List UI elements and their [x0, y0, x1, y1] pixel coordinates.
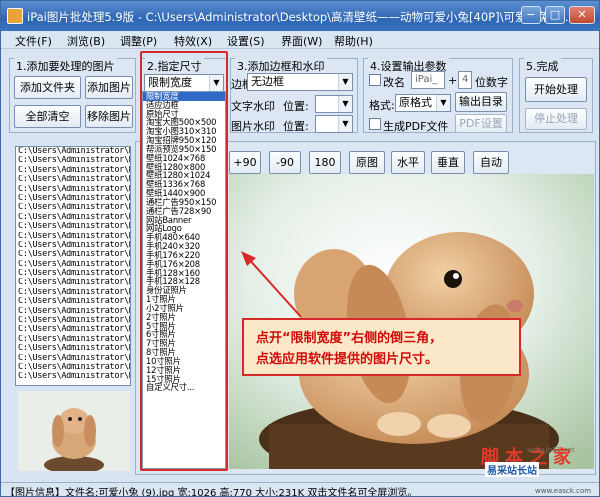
file-list-item[interactable]: C:\Users\Administrator\D [16, 316, 130, 325]
border-select[interactable]: 无边框 ▼ [247, 73, 353, 91]
flip-vertical-button[interactable]: 垂直 [431, 151, 465, 174]
digits-label: 位数字 [475, 76, 508, 89]
finish-title: 5.完成 [524, 58, 561, 74]
callout-line2: 点选应用软件提供的图片尺寸。 [256, 352, 439, 367]
file-list[interactable]: C:\Users\Administrator\D C:\Users\Adminis… [15, 146, 131, 386]
menu-bar: 文件(F) 浏览(B) 调整(P) 特效(X) 设置(S) 界面(W) 帮助(H… [1, 31, 599, 49]
rotate-plus90-button[interactable]: +90 [229, 151, 261, 174]
app-window: iPai图片批处理5.9版 - C:\Users\Administrator\D… [0, 0, 600, 497]
watermark-site: 易采站长站 [485, 462, 539, 477]
file-list-item[interactable]: C:\Users\Administrator\D [16, 222, 130, 231]
window-title: iPai图片批处理5.9版 - C:\Users\Administrator\D… [27, 10, 576, 24]
file-list-item[interactable]: C:\Users\Administrator\D [16, 260, 130, 269]
menu-adjust[interactable]: 调整(P) [120, 33, 157, 49]
file-list-item[interactable]: C:\Users\Administrator\D [16, 354, 130, 363]
file-list-item[interactable]: C:\Users\Administrator\D [16, 156, 130, 165]
title-bar: iPai图片批处理5.9版 - C:\Users\Administrator\D… [1, 1, 599, 31]
minimize-button[interactable]: − [521, 6, 541, 24]
arrow-icon [241, 251, 302, 318]
menu-file[interactable]: 文件(F) [15, 33, 52, 49]
status-text: 【图片信息】文件名:可爱小兔 (9).jpg 宽:1026 高:770 大小:2… [5, 488, 418, 497]
file-list-item[interactable]: C:\Users\Administrator\D [16, 344, 130, 353]
rotate-180-button[interactable]: 180 [309, 151, 341, 174]
digits-input[interactable]: 4 [458, 71, 472, 89]
rename-label: 改名 [383, 76, 405, 89]
text-watermark-position-label: 位置: [283, 100, 309, 113]
border-watermark-title: 3.添加边框和水印 [235, 58, 327, 74]
chevron-down-icon[interactable]: ▼ [338, 116, 352, 132]
pdf-settings-button[interactable]: PDF设置 [455, 114, 507, 133]
annotation-callout: 点开“限制宽度”右侧的倒三角， 点选应用软件提供的图片尺寸。 [242, 318, 521, 376]
text-watermark-position-select[interactable]: ▼ [315, 95, 353, 113]
file-list-item[interactable]: C:\Users\Administrator\D [16, 269, 130, 278]
format-select[interactable]: 原格式 ▼ [395, 94, 451, 112]
file-list-item[interactable]: C:\Users\Administrator\D [16, 241, 130, 250]
highlight-frame [140, 51, 228, 471]
output-dir-button[interactable]: 输出目录 [455, 92, 507, 112]
callout-line1: 点开“限制宽度”右侧的倒三角， [256, 331, 443, 346]
remove-image-button[interactable]: 移除图片 [85, 105, 133, 128]
menu-interface[interactable]: 界面(W) [281, 33, 322, 49]
file-list-item[interactable]: C:\Users\Administrator\D [16, 278, 130, 287]
file-list-item[interactable]: C:\Users\Administrator\D [16, 335, 130, 344]
rotate-minus90-button[interactable]: -90 [269, 151, 301, 174]
file-list-item[interactable]: C:\Users\Administrator\D [16, 185, 130, 194]
menu-browse[interactable]: 浏览(B) [67, 33, 105, 49]
rename-prefix-input[interactable]: iPai_ [411, 71, 445, 89]
clear-all-button[interactable]: 全部清空 [14, 105, 81, 128]
pdf-label: 生成PDF文件 [383, 120, 449, 133]
image-watermark-position-select[interactable]: ▼ [315, 115, 353, 133]
add-images-title: 1.添加要处理的图片 [14, 58, 117, 74]
chevron-down-icon[interactable]: ▼ [436, 95, 450, 111]
file-list-item[interactable]: C:\Users\Administrator\D [16, 166, 130, 175]
maximize-button[interactable]: □ [545, 6, 565, 24]
thumbnail-preview [18, 391, 130, 474]
menu-settings[interactable]: 设置(S) [227, 33, 265, 49]
pdf-checkbox[interactable] [369, 118, 381, 130]
file-list-item[interactable]: C:\Users\Administrator\D [16, 232, 130, 241]
text-watermark-label: 文字水印 [231, 100, 275, 113]
file-list-item[interactable]: C:\Users\Administrator\D [16, 288, 130, 297]
file-list-item[interactable]: C:\Users\Administrator\D [16, 203, 130, 212]
file-list-item[interactable]: C:\Users\Administrator\D [16, 307, 130, 316]
image-watermark-label: 图片水印 [231, 120, 275, 133]
format-label: 格式: [369, 99, 395, 112]
chevron-down-icon[interactable]: ▼ [338, 96, 352, 112]
chevron-down-icon[interactable]: ▼ [338, 74, 352, 90]
flip-horizontal-button[interactable]: 水平 [391, 151, 425, 174]
close-button[interactable]: ✕ [569, 6, 595, 24]
menu-effects[interactable]: 特效(X) [174, 33, 212, 49]
add-image-button[interactable]: 添加图片 [85, 76, 133, 99]
file-list-item[interactable]: C:\Users\Administrator\D [16, 147, 130, 156]
watermark-url: www.easck.com [535, 487, 592, 495]
image-watermark-position-label: 位置: [283, 120, 309, 133]
app-icon [7, 8, 23, 24]
file-list-item[interactable]: C:\Users\Administrator\D [16, 250, 130, 259]
file-list-item[interactable]: C:\Users\Administrator\D [16, 213, 130, 222]
start-button[interactable]: 开始处理 [525, 77, 587, 102]
menu-help[interactable]: 帮助(H) [334, 33, 373, 49]
file-list-item[interactable]: C:\Users\Administrator\D [16, 372, 130, 381]
file-list-item[interactable]: C:\Users\Administrator\D [16, 175, 130, 184]
plus-label: + [448, 74, 458, 87]
file-list-item[interactable]: C:\Users\Administrator\D [16, 194, 130, 203]
add-folder-button[interactable]: 添加文件夹 [14, 76, 81, 99]
auto-button[interactable]: 自动 [473, 151, 509, 174]
status-bar: 【图片信息】文件名:可爱小兔 (9).jpg 宽:1026 高:770 大小:2… [1, 482, 599, 497]
file-list-item[interactable]: C:\Users\Administrator\D [16, 297, 130, 306]
original-button[interactable]: 原图 [349, 151, 385, 174]
watermark-url2: www.jb51.net [527, 446, 575, 454]
format-select-value: 原格式 [399, 96, 432, 109]
stop-button[interactable]: 停止处理 [525, 108, 587, 130]
border-select-value: 无边框 [251, 75, 284, 88]
file-list-item[interactable]: C:\Users\Administrator\D [16, 325, 130, 334]
file-list-item[interactable]: C:\Users\Administrator\D [16, 363, 130, 372]
thumbnail-rabbit-image [18, 391, 130, 474]
rename-checkbox[interactable] [369, 74, 381, 86]
